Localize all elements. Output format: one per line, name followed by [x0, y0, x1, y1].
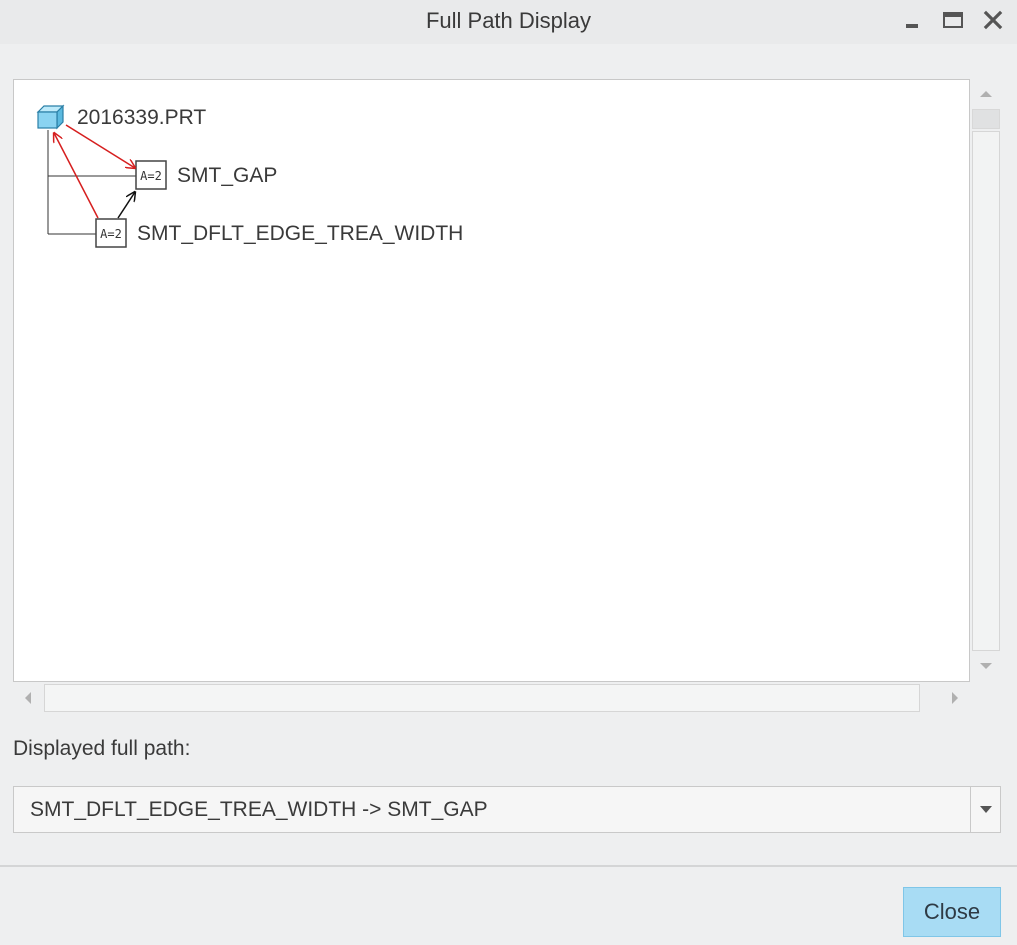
tree-node-smt-gap[interactable]: SMT_GAP [177, 164, 277, 188]
close-button[interactable]: Close [903, 887, 1001, 937]
divider [0, 865, 1017, 867]
relation-tree-panel: A=2 A=2 2016339.PRT SMT_GAP SMT_DFLT_EDG… [13, 79, 970, 682]
svg-text:A=2: A=2 [100, 227, 122, 241]
minimize-icon[interactable] [899, 8, 925, 34]
vertical-scroll-track[interactable] [972, 131, 1000, 651]
chevron-down-icon[interactable] [970, 787, 1000, 832]
scroll-down-icon[interactable] [972, 652, 1000, 680]
svg-text:A=2: A=2 [140, 169, 162, 183]
horizontal-scroll-track[interactable] [44, 684, 920, 712]
horizontal-scrollbar[interactable] [13, 683, 970, 713]
parameter-icon: A=2 [135, 160, 167, 190]
displayed-path-label: Displayed full path: [13, 737, 191, 760]
title-bar: Full Path Display [0, 0, 1017, 44]
full-path-dropdown[interactable]: SMT_DFLT_EDGE_TREA_WIDTH -> SMT_GAP [13, 786, 1001, 833]
tree-graph: A=2 A=2 [36, 104, 167, 248]
tree-node-smt-dflt-edge-trea-width[interactable]: SMT_DFLT_EDGE_TREA_WIDTH [137, 222, 463, 246]
path-arrow [117, 192, 135, 219]
vertical-scroll-thumb[interactable] [972, 109, 1000, 129]
full-path-value: SMT_DFLT_EDGE_TREA_WIDTH -> SMT_GAP [30, 798, 488, 821]
close-icon[interactable] [980, 8, 1006, 34]
maximize-icon[interactable] [940, 8, 966, 34]
path-arrow [65, 124, 135, 168]
tree-node-part[interactable]: 2016339.PRT [77, 106, 206, 130]
scroll-right-icon[interactable] [941, 684, 969, 712]
parameter-icon: A=2 [95, 218, 127, 248]
part-icon [36, 104, 65, 130]
scroll-left-icon[interactable] [14, 684, 42, 712]
scroll-up-icon[interactable] [972, 80, 1000, 108]
vertical-scrollbar[interactable] [971, 79, 1001, 682]
window-title: Full Path Display [425, 8, 592, 33]
